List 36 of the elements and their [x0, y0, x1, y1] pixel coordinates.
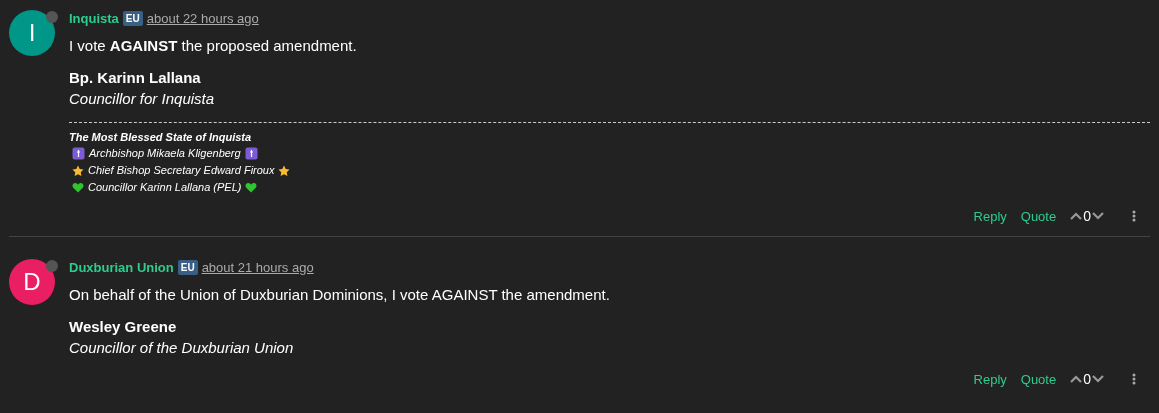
avatar-letter: I	[28, 19, 36, 47]
vote-score: 0	[1083, 208, 1091, 224]
signature-line: Archbishop Mikaela Kligenberg	[89, 146, 241, 161]
more-menu-icon[interactable]	[1132, 373, 1136, 385]
comment-text: On behalf of the Union of Duxburian Dominions, I vote AGAINST the amendment.	[69, 286, 611, 304]
comment-text: I vote AGAINST the proposed amendment.	[69, 37, 358, 55]
heart-icon	[245, 182, 258, 193]
more-menu-icon[interactable]	[1132, 210, 1136, 222]
downvote-icon[interactable]	[1092, 212, 1104, 220]
action-link[interactable]: Reply	[973, 371, 1007, 387]
signer-title: Councillor for Inquista	[69, 90, 216, 108]
vote-score: 0	[1083, 371, 1091, 387]
timestamp-link[interactable]: about 22 hours ago	[146, 10, 259, 26]
region-tag: EU	[122, 10, 143, 26]
action-link[interactable]: Quote	[1020, 371, 1057, 387]
action-link[interactable]: Quote	[1020, 208, 1057, 224]
upvote-icon[interactable]	[1070, 375, 1083, 383]
star-icon	[72, 164, 84, 177]
signer-title: Councillor of the Duxburian Union	[69, 339, 295, 357]
signature-line: Chief Bishop Secretary Edward Firoux	[88, 163, 275, 178]
badge-icon	[72, 147, 85, 160]
timestamp-link[interactable]: about 21 hours ago	[201, 259, 314, 275]
downvote-icon[interactable]	[1092, 375, 1104, 383]
author-link[interactable]: Inquista	[69, 10, 119, 26]
signature-line: Councillor Karinn Lallana (PEL)	[88, 180, 242, 195]
action-link[interactable]: Reply	[973, 208, 1007, 224]
author-link[interactable]: Duxburian Union	[69, 259, 174, 275]
star-icon	[278, 164, 291, 177]
avatar-letter: D	[23, 268, 41, 296]
badge-icon	[244, 147, 258, 160]
heart-icon	[72, 182, 84, 193]
signer-name: Wesley Greene	[69, 318, 178, 336]
signer-name: Bp. Karinn Lallana	[69, 69, 202, 87]
region-tag: EU	[177, 259, 198, 275]
signature-title: The Most Blessed State of Inquista	[69, 130, 253, 145]
upvote-icon[interactable]	[1070, 212, 1083, 220]
